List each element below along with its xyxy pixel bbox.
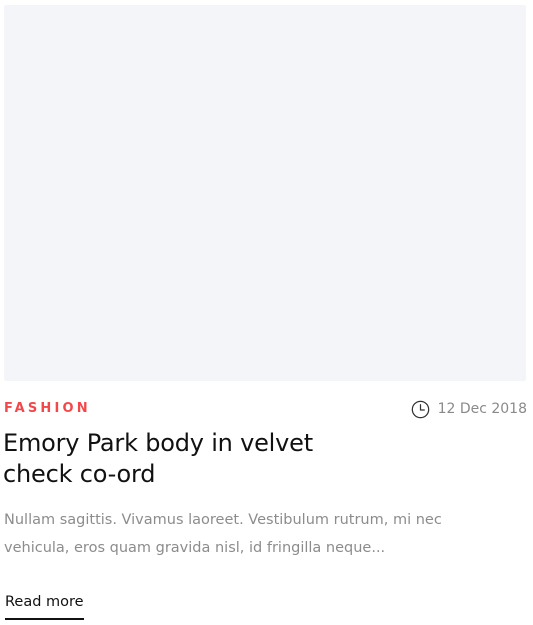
clock-icon (411, 400, 429, 418)
post-thumbnail[interactable] (4, 5, 526, 381)
post-title[interactable]: Emory Park body in velvet check co-ord (3, 428, 333, 490)
post-excerpt: Nullam sagittis. Vivamus laoreet. Vestib… (4, 512, 442, 556)
blog-post-card: FASHION 12 Dec 2018 Emory Park body in v… (0, 0, 533, 625)
post-date-text: 12 Dec 2018 (437, 401, 527, 417)
post-date: 12 Dec 2018 (411, 398, 527, 420)
post-category[interactable]: FASHION (4, 400, 91, 418)
read-more-link[interactable]: Read more (5, 592, 84, 620)
post-meta: FASHION 12 Dec 2018 (4, 398, 527, 420)
